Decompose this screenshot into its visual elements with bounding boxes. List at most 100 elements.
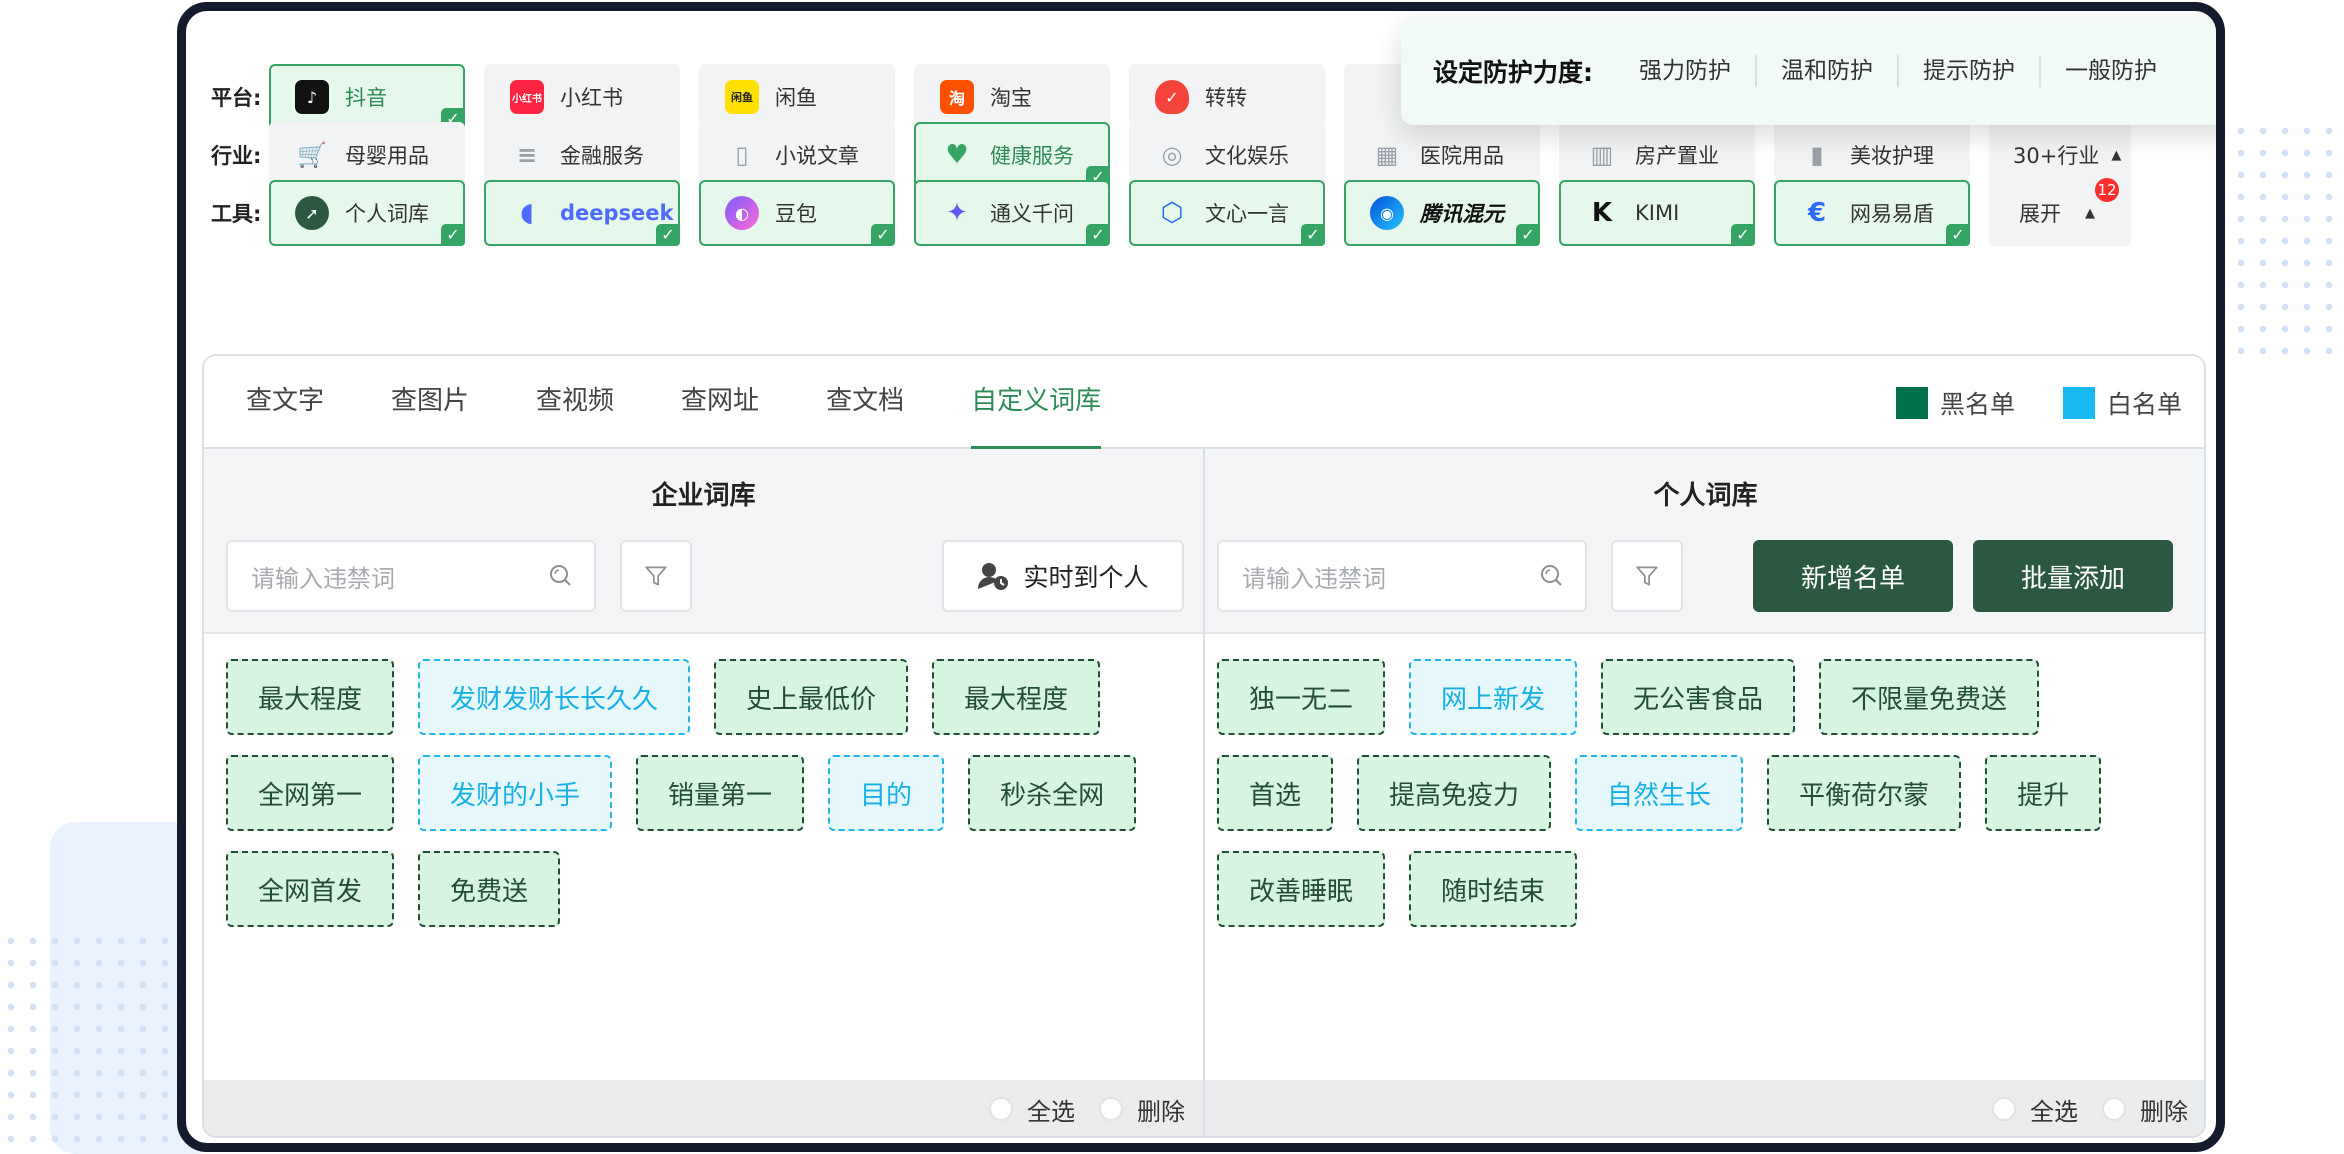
tag-whitelist[interactable]: 发财发财长长久久 bbox=[418, 659, 691, 735]
doubao-icon: ◐ bbox=[725, 196, 759, 230]
platform-label: 平台: bbox=[211, 86, 262, 110]
chip-label: 豆包 bbox=[775, 202, 817, 226]
tag-blacklist[interactable]: 免费送 bbox=[418, 851, 561, 927]
protection-option-general[interactable]: 一般防护 bbox=[2039, 55, 2181, 87]
chip-label: 小说文章 bbox=[775, 144, 859, 168]
tools-expand-button[interactable]: 展开 ▲ 12 bbox=[1989, 178, 2131, 246]
protection-option-hint[interactable]: 提示防护 bbox=[1897, 55, 2039, 87]
book-icon: ▯ bbox=[735, 141, 749, 169]
tool-chip-kimi[interactable]: K KIMI ✓ bbox=[1559, 180, 1755, 246]
delete-radio[interactable]: 删除 bbox=[1099, 1092, 1185, 1127]
xianyu-icon: 闲鱼 bbox=[725, 80, 759, 114]
tool-chip-doubao[interactable]: ◐ 豆包 ✓ bbox=[699, 180, 895, 246]
industry-chip-hospital[interactable]: ▦ 医院用品 bbox=[1344, 122, 1540, 188]
tag-blacklist[interactable]: 最大程度 bbox=[226, 659, 395, 735]
radio-circle bbox=[1992, 1097, 2016, 1121]
tool-chip-tongyi[interactable]: ✦ 通义千问 ✓ bbox=[914, 180, 1110, 246]
tag-blacklist[interactable]: 改善睡眠 bbox=[1217, 851, 1386, 927]
tag-whitelist[interactable]: 目的 bbox=[828, 755, 945, 831]
tab-custom-lexicon[interactable]: 自定义词库 bbox=[971, 356, 1102, 450]
chip-label: 转转 bbox=[1205, 86, 1247, 110]
tag-blacklist[interactable]: 不限量免费送 bbox=[1819, 659, 2040, 735]
tag-blacklist[interactable]: 最大程度 bbox=[932, 659, 1101, 735]
kimi-icon: K bbox=[1591, 198, 1613, 228]
chip-label: 网易易盾 bbox=[1850, 202, 1934, 226]
check-icon: ✓ bbox=[1731, 224, 1755, 246]
protection-level-popover: 设定防护力度: 强力防护 温和防护 提示防护 一般防护 bbox=[1401, 17, 2216, 125]
tag-blacklist[interactable]: 提升 bbox=[1985, 755, 2102, 831]
whitelist-swatch bbox=[2062, 386, 2095, 419]
delete-radio[interactable]: 删除 bbox=[2102, 1092, 2188, 1127]
industry-chip-health[interactable]: ♥ 健康服务 ✓ bbox=[914, 122, 1110, 188]
enterprise-search-input[interactable]: 请输入违禁词 bbox=[226, 540, 596, 612]
chip-label: 个人词库 bbox=[345, 202, 429, 226]
app-window: 平台: ♪ 抖音 ✓ 小红书 小红书 闲鱼 闲鱼 淘 淘宝 ✓ 转转 行业: 🛒… bbox=[177, 2, 2225, 1152]
platform-chip-douyin[interactable]: ♪ 抖音 ✓ bbox=[269, 64, 465, 130]
tab-url[interactable]: 查网址 bbox=[681, 356, 759, 448]
filter-icon bbox=[1636, 566, 1658, 586]
industry-chip-maternal[interactable]: 🛒 母婴用品 bbox=[269, 122, 465, 188]
chip-label: 淘宝 bbox=[990, 86, 1032, 110]
check-icon: ✓ bbox=[1301, 224, 1325, 246]
stroller-icon: 🛒 bbox=[297, 141, 327, 169]
tag-blacklist[interactable]: 秒杀全网 bbox=[968, 755, 1137, 831]
enterprise-tag-list: 最大程度 发财发财长长久久 史上最低价 最大程度 全网第一 发财的小手 销量第一… bbox=[226, 659, 1193, 947]
realtime-label: 实时到个人 bbox=[1023, 563, 1149, 592]
platform-chip-xianyu[interactable]: 闲鱼 闲鱼 bbox=[699, 64, 895, 130]
chip-label: 健康服务 bbox=[990, 144, 1074, 168]
tag-row: 首选 提高免疫力 自然生长 平衡荷尔蒙 提升 bbox=[1217, 755, 2196, 831]
douyin-icon: ♪ bbox=[295, 80, 329, 114]
personal-filter-button[interactable] bbox=[1611, 540, 1683, 612]
platform-chip-zhuanzhuan[interactable]: ✓ 转转 bbox=[1129, 64, 1325, 130]
platform-chip-xiaohongshu[interactable]: 小红书 小红书 bbox=[484, 64, 680, 130]
tag-whitelist[interactable]: 发财的小手 bbox=[418, 755, 613, 831]
tag-blacklist[interactable]: 独一无二 bbox=[1217, 659, 1386, 735]
dot-pattern bbox=[2230, 120, 2344, 360]
tool-chip-deepseek[interactable]: ◖ deepseek ✓ bbox=[484, 180, 680, 246]
realtime-to-personal-button[interactable]: 实时到个人 bbox=[942, 540, 1184, 612]
tool-chip-yidun[interactable]: € 网易易盾 ✓ bbox=[1774, 180, 1970, 246]
enterprise-filter-button[interactable] bbox=[620, 540, 692, 612]
tag-blacklist[interactable]: 史上最低价 bbox=[714, 659, 909, 735]
legend-whitelist: 白名单 bbox=[2062, 385, 2182, 421]
tag-blacklist[interactable]: 首选 bbox=[1217, 755, 1334, 831]
taobao-icon: 淘 bbox=[940, 80, 974, 114]
batch-add-button[interactable]: 批量添加 bbox=[1973, 540, 2173, 612]
personal-search-input[interactable]: 请输入违禁词 bbox=[1217, 540, 1587, 612]
column-footer: 全选 删除 bbox=[204, 1080, 1203, 1136]
tag-blacklist[interactable]: 无公害食品 bbox=[1601, 659, 1796, 735]
chip-label: 闲鱼 bbox=[775, 86, 817, 110]
tag-whitelist[interactable]: 网上新发 bbox=[1409, 659, 1578, 735]
tag-row: 全网第一 发财的小手 销量第一 目的 秒杀全网 bbox=[226, 755, 1193, 831]
tab-image[interactable]: 查图片 bbox=[391, 356, 469, 448]
tag-whitelist[interactable]: 自然生长 bbox=[1575, 755, 1744, 831]
tab-text[interactable]: 查文字 bbox=[246, 356, 324, 448]
industry-chip-finance[interactable]: ≡ 金融服务 bbox=[484, 122, 680, 188]
industry-chip-novel[interactable]: ▯ 小说文章 bbox=[699, 122, 895, 188]
tag-blacklist[interactable]: 平衡荷尔蒙 bbox=[1767, 755, 1962, 831]
industry-chip-cosmetics[interactable]: ▮ 美妆护理 bbox=[1774, 122, 1970, 188]
industry-chip-culture[interactable]: ◎ 文化娱乐 bbox=[1129, 122, 1325, 188]
tag-blacklist[interactable]: 随时结束 bbox=[1409, 851, 1578, 927]
select-all-radio[interactable]: 全选 bbox=[1992, 1092, 2078, 1127]
protection-option-strong[interactable]: 强力防护 bbox=[1629, 55, 1755, 87]
tag-blacklist[interactable]: 提高免疫力 bbox=[1357, 755, 1552, 831]
tag-blacklist[interactable]: 全网首发 bbox=[226, 851, 395, 927]
add-list-button[interactable]: 新增名单 bbox=[1753, 540, 1953, 612]
tag-blacklist[interactable]: 销量第一 bbox=[636, 755, 805, 831]
deepseek-icon: ◖ bbox=[520, 198, 534, 228]
tag-row: 最大程度 发财发财长长久久 史上最低价 最大程度 bbox=[226, 659, 1193, 735]
tab-video[interactable]: 查视频 bbox=[536, 356, 614, 448]
personal-title: 个人词库 bbox=[1653, 481, 1758, 511]
platform-chip-taobao[interactable]: 淘 淘宝 bbox=[914, 64, 1110, 130]
building-icon: ▥ bbox=[1590, 141, 1614, 169]
enterprise-title: 企业词库 bbox=[651, 481, 756, 511]
tool-chip-hunyuan[interactable]: ◉ 腾讯混元 ✓ bbox=[1344, 180, 1540, 246]
tag-blacklist[interactable]: 全网第一 bbox=[226, 755, 395, 831]
tab-document[interactable]: 查文档 bbox=[826, 356, 904, 448]
select-all-radio[interactable]: 全选 bbox=[989, 1092, 1075, 1127]
protection-option-mild[interactable]: 温和防护 bbox=[1755, 55, 1897, 87]
tool-chip-wenxin[interactable]: ⬡ 文心一言 ✓ bbox=[1129, 180, 1325, 246]
tool-chip-personal[interactable]: ➚ 个人词库 ✓ bbox=[269, 180, 465, 246]
industry-chip-realestate[interactable]: ▥ 房产置业 bbox=[1559, 122, 1755, 188]
